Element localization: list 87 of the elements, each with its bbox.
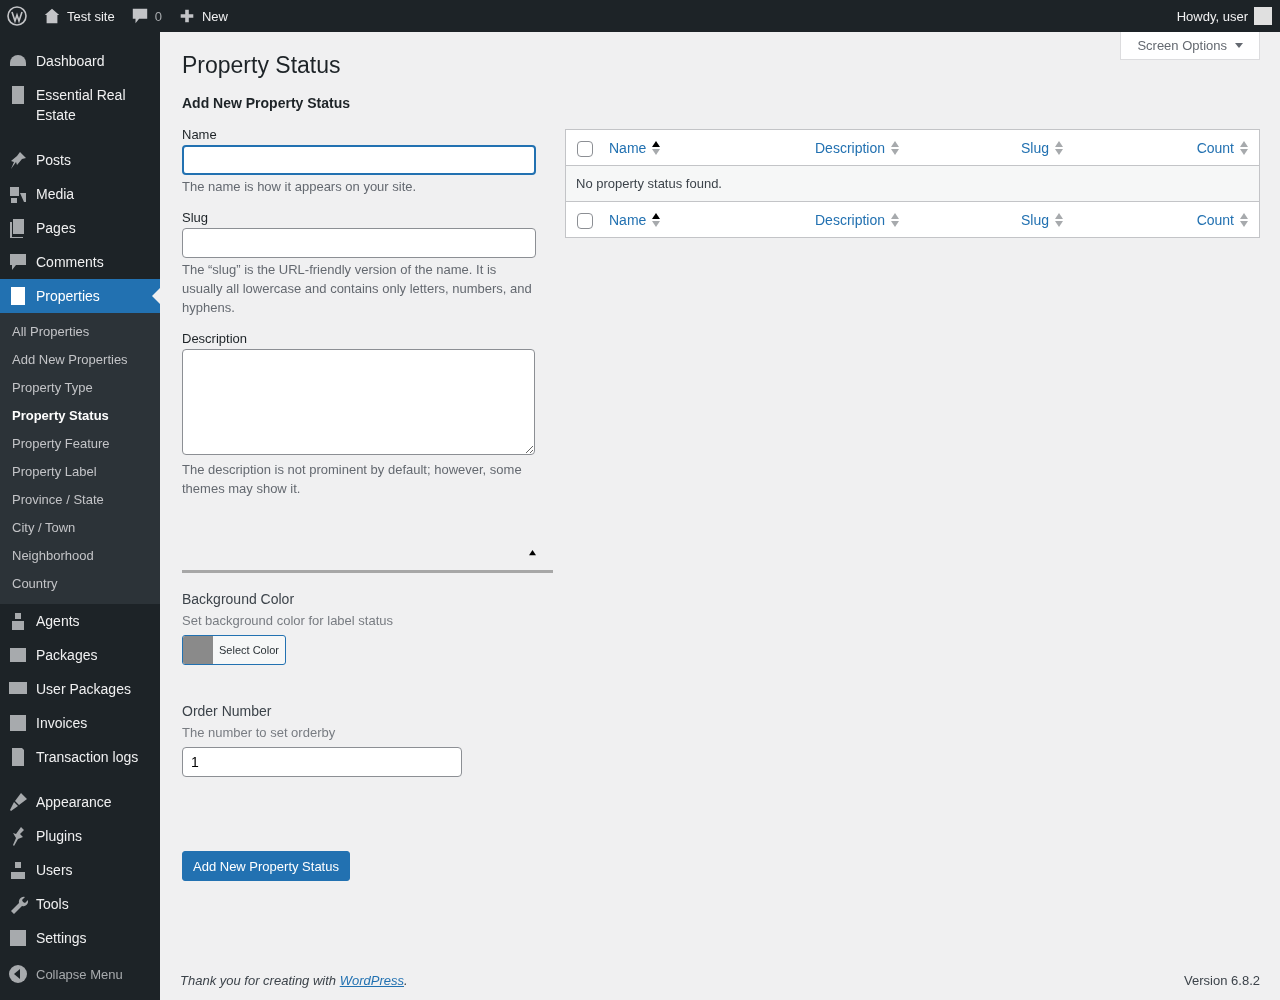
sort-arrows-icon <box>890 139 901 156</box>
add-button[interactable]: Add New Property Status <box>182 851 350 881</box>
text-field[interactable] <box>182 228 536 258</box>
home-icon <box>43 7 61 25</box>
sort-arrows-icon <box>1239 139 1249 156</box>
collapse-toggle-icon[interactable] <box>528 548 537 556</box>
submenu-item[interactable]: Property Label <box>0 458 160 486</box>
description-textarea[interactable] <box>182 349 535 455</box>
menu-icon <box>8 860 28 880</box>
column-header[interactable]: Description <box>815 211 1021 228</box>
help-text: The name is how it appears on your site. <box>182 178 418 196</box>
left-arrow-circle-icon <box>8 964 28 984</box>
pointer-icon <box>152 288 160 304</box>
version-text: Version 6.8.2 <box>1184 973 1260 988</box>
text-field[interactable] <box>182 145 536 175</box>
sidebar-item[interactable]: Comments <box>0 245 160 279</box>
help-text: The number to set orderby <box>182 725 337 740</box>
sidebar-item[interactable]: Packages <box>0 638 160 672</box>
sort-arrows-icon <box>651 211 662 228</box>
sort-arrows-icon <box>1054 211 1065 228</box>
color-picker-button[interactable]: Select Color <box>182 635 286 665</box>
field-label: Background Color <box>182 591 296 607</box>
column-header[interactable]: Name <box>609 211 815 228</box>
submenu-item[interactable]: Property Status <box>0 402 160 430</box>
submenu-item[interactable]: Property Feature <box>0 430 160 458</box>
submenu-item[interactable]: Add New Properties <box>0 346 160 374</box>
sidebar-item[interactable]: Tools <box>0 887 160 921</box>
select-all-checkbox[interactable] <box>577 212 593 229</box>
help-text: The description is not prominent by default; however, some themes may show it. <box>182 461 523 498</box>
sidebar-item[interactable]: Dashboard <box>0 44 160 78</box>
field-label: Description <box>182 331 249 346</box>
order-number-field[interactable]: 1 <box>182 747 462 777</box>
sidebar-item[interactable]: Settings <box>0 921 160 955</box>
help-text: Set background color for label status <box>182 613 394 628</box>
submenu-item[interactable]: Province / State <box>0 486 160 514</box>
site-link[interactable]: Test site <box>43 7 115 25</box>
submenu-item[interactable]: Neighborhood <box>0 542 160 570</box>
column-header[interactable]: Count <box>1196 211 1249 228</box>
wordpress-link[interactable]: WordPress <box>339 973 404 988</box>
footer-credit: Thank you for creating with WordPress. <box>180 973 408 988</box>
sort-arrows-icon <box>1054 139 1065 156</box>
column-header[interactable]: Slug <box>1021 211 1141 228</box>
collapse-menu-button[interactable]: Collapse Menu <box>0 964 160 984</box>
sidebar-item[interactable]: Plugins <box>0 819 160 853</box>
column-header[interactable]: Slug <box>1021 139 1141 156</box>
sidebar-item[interactable]: Media <box>0 177 160 211</box>
menu-icon <box>8 645 28 665</box>
menu-icon <box>8 792 28 812</box>
sidebar-item[interactable]: Pages <box>0 211 160 245</box>
menu-icon <box>8 184 28 204</box>
column-header[interactable]: Description <box>815 139 1021 156</box>
sidebar-item[interactable]: Properties <box>0 279 160 313</box>
comments-link[interactable]: 0 <box>130 7 162 25</box>
submenu-item[interactable]: City / Town <box>0 514 160 542</box>
account-link[interactable]: Howdy, user <box>1176 7 1272 25</box>
sidebar-item[interactable]: Essential Real Estate <box>0 78 160 132</box>
screen-options-button[interactable]: Screen Options <box>1120 32 1260 60</box>
sidebar-item[interactable]: User Packages <box>0 672 160 706</box>
column-header[interactable]: Count <box>1196 139 1249 156</box>
speech-bubble-icon <box>130 7 149 25</box>
submenu-item[interactable]: Country <box>0 570 160 598</box>
field-label: Name <box>182 127 218 142</box>
sidebar-item[interactable]: Users <box>0 853 160 887</box>
new-link[interactable]: New <box>177 7 228 25</box>
sidebar-item[interactable]: Agents <box>0 604 160 638</box>
sort-arrows-icon <box>890 211 901 228</box>
field-label: Order Number <box>182 703 273 719</box>
form-heading: Add New Property Status <box>182 95 352 111</box>
sidebar-item[interactable]: Invoices <box>0 706 160 740</box>
sidebar-item[interactable]: Transaction logs <box>0 740 160 774</box>
menu-icon <box>8 286 28 306</box>
wordpress-logo-icon[interactable] <box>7 6 27 26</box>
menu-icon <box>8 928 28 948</box>
page-title: Property Status <box>182 52 342 79</box>
menu-icon <box>8 713 28 733</box>
empty-message: No property status found. <box>576 176 722 191</box>
column-header[interactable]: Name <box>609 139 815 156</box>
sidebar-item[interactable]: Appearance <box>0 785 160 819</box>
field-label: Slug <box>182 210 210 225</box>
sort-arrows-icon <box>1239 211 1249 228</box>
sidebar-item[interactable]: Posts <box>0 143 160 177</box>
select-all-checkbox[interactable] <box>577 140 593 157</box>
help-text: The “slug” is the URL-friendly version of the name. It is usually all lowercase and contains only letters, numbers, and hyphens. <box>182 261 533 317</box>
sort-arrows-icon <box>651 139 662 156</box>
submenu-item[interactable]: All Properties <box>0 318 160 346</box>
submenu-item[interactable]: Property Type <box>0 374 160 402</box>
menu-icon <box>8 252 28 272</box>
